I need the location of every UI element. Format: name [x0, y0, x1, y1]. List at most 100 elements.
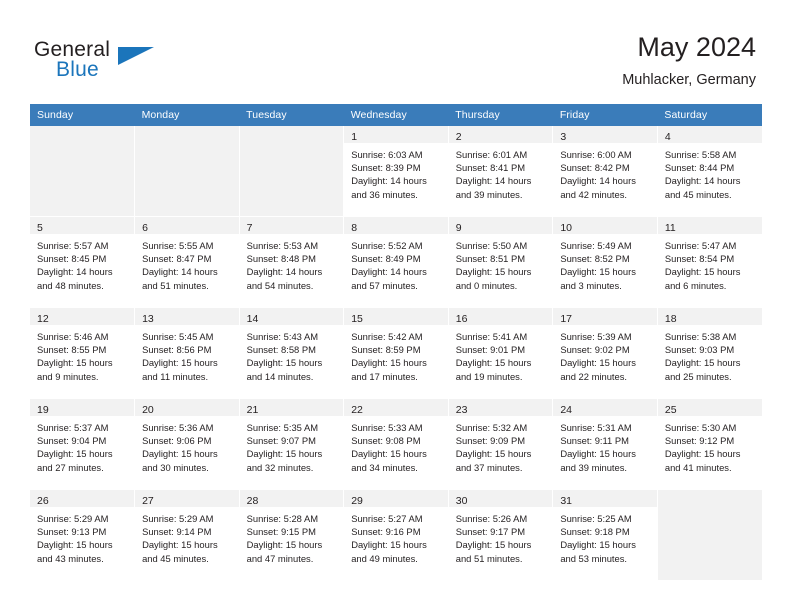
day-number: 16: [455, 313, 468, 325]
calendar-day-cell[interactable]: 24 Sunrise: 5:31 AM Sunset: 9:11 PM Dayligh…: [552, 399, 658, 489]
calendar-page: General Blue May 2024 Muhlacker, Germany…: [0, 0, 792, 612]
sunset-text: Sunset: 8:39 PM: [351, 162, 421, 174]
sunrise-text: Sunrise: 5:58 AM: [664, 149, 737, 160]
day-details: Sunrise: 5:35 AM Sunset: 9:07 PM Daylight:…: [239, 416, 344, 474]
calendar-day-cell[interactable]: 28 Sunrise: 5:28 AM Sunset: 9:15 PM Dayligh…: [239, 490, 345, 580]
daylight-text-line2: and 51 minutes.: [455, 552, 523, 564]
calendar-cell-inner: 14 Sunrise: 5:43 AM Sunset: 8:58 PM Dayligh…: [239, 308, 344, 398]
page-header: General Blue May 2024 Muhlacker, Germany: [0, 0, 792, 104]
calendar-day-cell[interactable]: 22 Sunrise: 5:33 AM Sunset: 9:08 PM Dayligh…: [343, 399, 449, 489]
calendar-day-cell[interactable]: 18 Sunrise: 5:38 AM Sunset: 9:03 PM Dayligh…: [657, 308, 762, 398]
sunset-text: Sunset: 8:51 PM: [455, 253, 526, 265]
day-number: 27: [142, 495, 154, 507]
location-subtitle: Muhlacker, Germany: [622, 72, 756, 88]
month-calendar-table: Sunday Monday Tuesday Wednesday Thursday…: [30, 104, 762, 580]
sunset-text: Sunset: 8:52 PM: [560, 253, 630, 265]
calendar-day-cell[interactable]: 7 Sunrise: 5:53 AM Sunset: 8:48 PM Daylight…: [239, 217, 345, 307]
title-block: May 2024 Muhlacker, Germany: [622, 30, 756, 91]
calendar-cell-inner: [657, 490, 762, 580]
daylight-text-line1: Daylight: 14 hours: [560, 175, 636, 187]
calendar-day-cell[interactable]: 14 Sunrise: 5:43 AM Sunset: 8:58 PM Dayligh…: [239, 308, 345, 398]
day-details: Sunrise: 5:41 AM Sunset: 9:01 PM Daylight:…: [448, 325, 553, 383]
calendar-day-cell[interactable]: 17 Sunrise: 5:39 AM Sunset: 9:02 PM Dayligh…: [552, 308, 658, 398]
sunrise-text: Sunrise: 5:42 AM: [351, 331, 423, 342]
weekday-header-monday: Monday: [134, 104, 240, 126]
daylight-text-line1: Daylight: 15 hours: [246, 357, 323, 369]
sunset-text: Sunset: 9:08 PM: [351, 435, 421, 447]
calendar-day-cell[interactable]: 25 Sunrise: 5:30 AM Sunset: 9:12 PM Dayligh…: [657, 399, 762, 489]
sunset-text: Sunset: 9:06 PM: [142, 435, 212, 447]
daylight-text-line2: and 45 minutes.: [142, 552, 209, 564]
calendar-day-cell[interactable]: 8 Sunrise: 5:52 AM Sunset: 8:49 PM Daylight…: [343, 217, 449, 307]
sunset-text: Sunset: 8:47 PM: [142, 253, 212, 265]
calendar-day-cell[interactable]: 21 Sunrise: 5:35 AM Sunset: 9:07 PM Dayligh…: [239, 399, 345, 489]
daylight-text-line1: Daylight: 14 hours: [142, 266, 218, 278]
day-number: 11: [664, 222, 676, 234]
calendar-day-cell[interactable]: 29 Sunrise: 5:27 AM Sunset: 9:16 PM Dayligh…: [343, 490, 449, 580]
calendar-day-cell[interactable]: 3 Sunrise: 6:00 AM Sunset: 8:42 PM Daylight…: [552, 126, 658, 216]
daylight-text-line1: Daylight: 15 hours: [37, 539, 113, 551]
day-details: Sunrise: 5:36 AM Sunset: 9:06 PM Daylight:…: [135, 416, 239, 474]
weekday-header-saturday: Saturday: [657, 104, 762, 126]
calendar-day-cell[interactable]: 9 Sunrise: 5:50 AM Sunset: 8:51 PM Daylight…: [448, 217, 554, 307]
day-number: 22: [351, 404, 363, 416]
sunrise-text: Sunrise: 5:49 AM: [560, 240, 632, 251]
calendar-day-cell[interactable]: 5 Sunrise: 5:57 AM Sunset: 8:45 PM Daylight…: [30, 217, 136, 307]
calendar-cell-inner: 16 Sunrise: 5:41 AM Sunset: 9:01 PM Dayligh…: [448, 308, 553, 398]
day-number: 6: [142, 222, 148, 234]
daylight-text-line1: Daylight: 15 hours: [664, 448, 741, 460]
calendar-day-cell[interactable]: 19 Sunrise: 5:37 AM Sunset: 9:04 PM Dayligh…: [30, 399, 136, 489]
sunrise-text: Sunrise: 6:01 AM: [455, 149, 528, 160]
calendar-day-cell[interactable]: 12 Sunrise: 5:46 AM Sunset: 8:55 PM Dayligh…: [30, 308, 136, 398]
calendar-cell-inner: 31 Sunrise: 5:25 AM Sunset: 9:18 PM Dayligh…: [553, 490, 657, 580]
daylight-text-line1: Daylight: 15 hours: [455, 448, 532, 460]
day-details: Sunrise: 5:43 AM Sunset: 8:58 PM Daylight:…: [239, 325, 344, 383]
calendar-cell-inner: 9 Sunrise: 5:50 AM Sunset: 8:51 PM Daylight…: [448, 217, 553, 307]
sunrise-text: Sunrise: 5:29 AM: [142, 513, 214, 524]
calendar-cell-inner: 15 Sunrise: 5:42 AM Sunset: 8:59 PM Dayligh…: [344, 308, 448, 398]
calendar-cell-inner: 30 Sunrise: 5:26 AM Sunset: 9:17 PM Dayligh…: [448, 490, 553, 580]
calendar-day-cell[interactable]: 10 Sunrise: 5:49 AM Sunset: 8:52 PM Dayligh…: [552, 217, 658, 307]
calendar-cell-inner: 11 Sunrise: 5:47 AM Sunset: 8:54 PM Dayligh…: [657, 217, 762, 307]
calendar-day-cell[interactable]: 6 Sunrise: 5:55 AM Sunset: 8:47 PM Daylight…: [134, 217, 240, 307]
calendar-day-cell[interactable]: 11 Sunrise: 5:47 AM Sunset: 8:54 PM Dayligh…: [657, 217, 762, 307]
calendar-day-cell[interactable]: 15 Sunrise: 5:42 AM Sunset: 8:59 PM Dayligh…: [343, 308, 449, 398]
day-details: Sunrise: 5:52 AM Sunset: 8:49 PM Daylight:…: [344, 234, 448, 292]
calendar-day-cell[interactable]: 16 Sunrise: 5:41 AM Sunset: 9:01 PM Dayligh…: [448, 308, 554, 398]
calendar-day-cell[interactable]: 20 Sunrise: 5:36 AM Sunset: 9:06 PM Dayligh…: [134, 399, 240, 489]
weekday-header-friday: Friday: [552, 104, 658, 126]
day-details: Sunrise: 5:29 AM Sunset: 9:13 PM Daylight:…: [30, 507, 135, 565]
sunset-text: Sunset: 9:13 PM: [37, 526, 107, 538]
calendar-day-cell[interactable]: 13 Sunrise: 5:45 AM Sunset: 8:56 PM Dayligh…: [134, 308, 240, 398]
daylight-text-line1: Daylight: 15 hours: [560, 357, 636, 369]
calendar-day-cell[interactable]: 31 Sunrise: 5:25 AM Sunset: 9:18 PM Dayligh…: [552, 490, 658, 580]
daylight-text-line2: and 45 minutes.: [664, 188, 732, 200]
day-details: Sunrise: 5:57 AM Sunset: 8:45 PM Daylight:…: [30, 234, 135, 292]
calendar-cell-inner: 27 Sunrise: 5:29 AM Sunset: 9:14 PM Dayligh…: [135, 490, 239, 580]
sunrise-text: Sunrise: 5:27 AM: [351, 513, 423, 524]
daylight-text-line1: Daylight: 15 hours: [664, 266, 741, 278]
day-number: 19: [37, 404, 49, 416]
sunrise-text: Sunrise: 5:53 AM: [246, 240, 319, 251]
general-blue-logo[interactable]: General Blue: [34, 38, 234, 86]
day-number: 1: [351, 131, 358, 143]
calendar-day-cell[interactable]: 27 Sunrise: 5:29 AM Sunset: 9:14 PM Dayligh…: [134, 490, 240, 580]
calendar-day-cell[interactable]: 1 Sunrise: 6:03 AM Sunset: 8:39 PM Daylight…: [343, 126, 449, 216]
calendar-day-cell[interactable]: 23 Sunrise: 5:32 AM Sunset: 9:09 PM Dayligh…: [448, 399, 554, 489]
calendar-day-cell[interactable]: 2 Sunrise: 6:01 AM Sunset: 8:41 PM Daylight…: [448, 126, 554, 216]
calendar-day-cell[interactable]: 4 Sunrise: 5:58 AM Sunset: 8:44 PM Daylight…: [657, 126, 762, 216]
daylight-text-line1: Daylight: 15 hours: [455, 266, 532, 278]
calendar-day-cell[interactable]: 26 Sunrise: 5:29 AM Sunset: 9:13 PM Dayligh…: [30, 490, 136, 580]
daylight-text-line1: Daylight: 15 hours: [351, 539, 427, 551]
sunrise-text: Sunrise: 5:32 AM: [455, 422, 528, 433]
calendar-cell-inner: 17 Sunrise: 5:39 AM Sunset: 9:02 PM Dayligh…: [553, 308, 657, 398]
sunrise-text: Sunrise: 5:43 AM: [246, 331, 319, 342]
daylight-text-line1: Daylight: 15 hours: [142, 539, 218, 551]
sunrise-text: Sunrise: 5:28 AM: [246, 513, 319, 524]
daylight-text-line2: and 54 minutes.: [246, 279, 314, 291]
sunrise-text: Sunrise: 5:41 AM: [455, 331, 528, 342]
calendar-day-cell[interactable]: 30 Sunrise: 5:26 AM Sunset: 9:17 PM Dayligh…: [448, 490, 554, 580]
sunrise-text: Sunrise: 5:55 AM: [142, 240, 214, 251]
sunrise-text: Sunrise: 5:38 AM: [664, 331, 737, 342]
sunrise-text: Sunrise: 5:29 AM: [37, 513, 109, 524]
